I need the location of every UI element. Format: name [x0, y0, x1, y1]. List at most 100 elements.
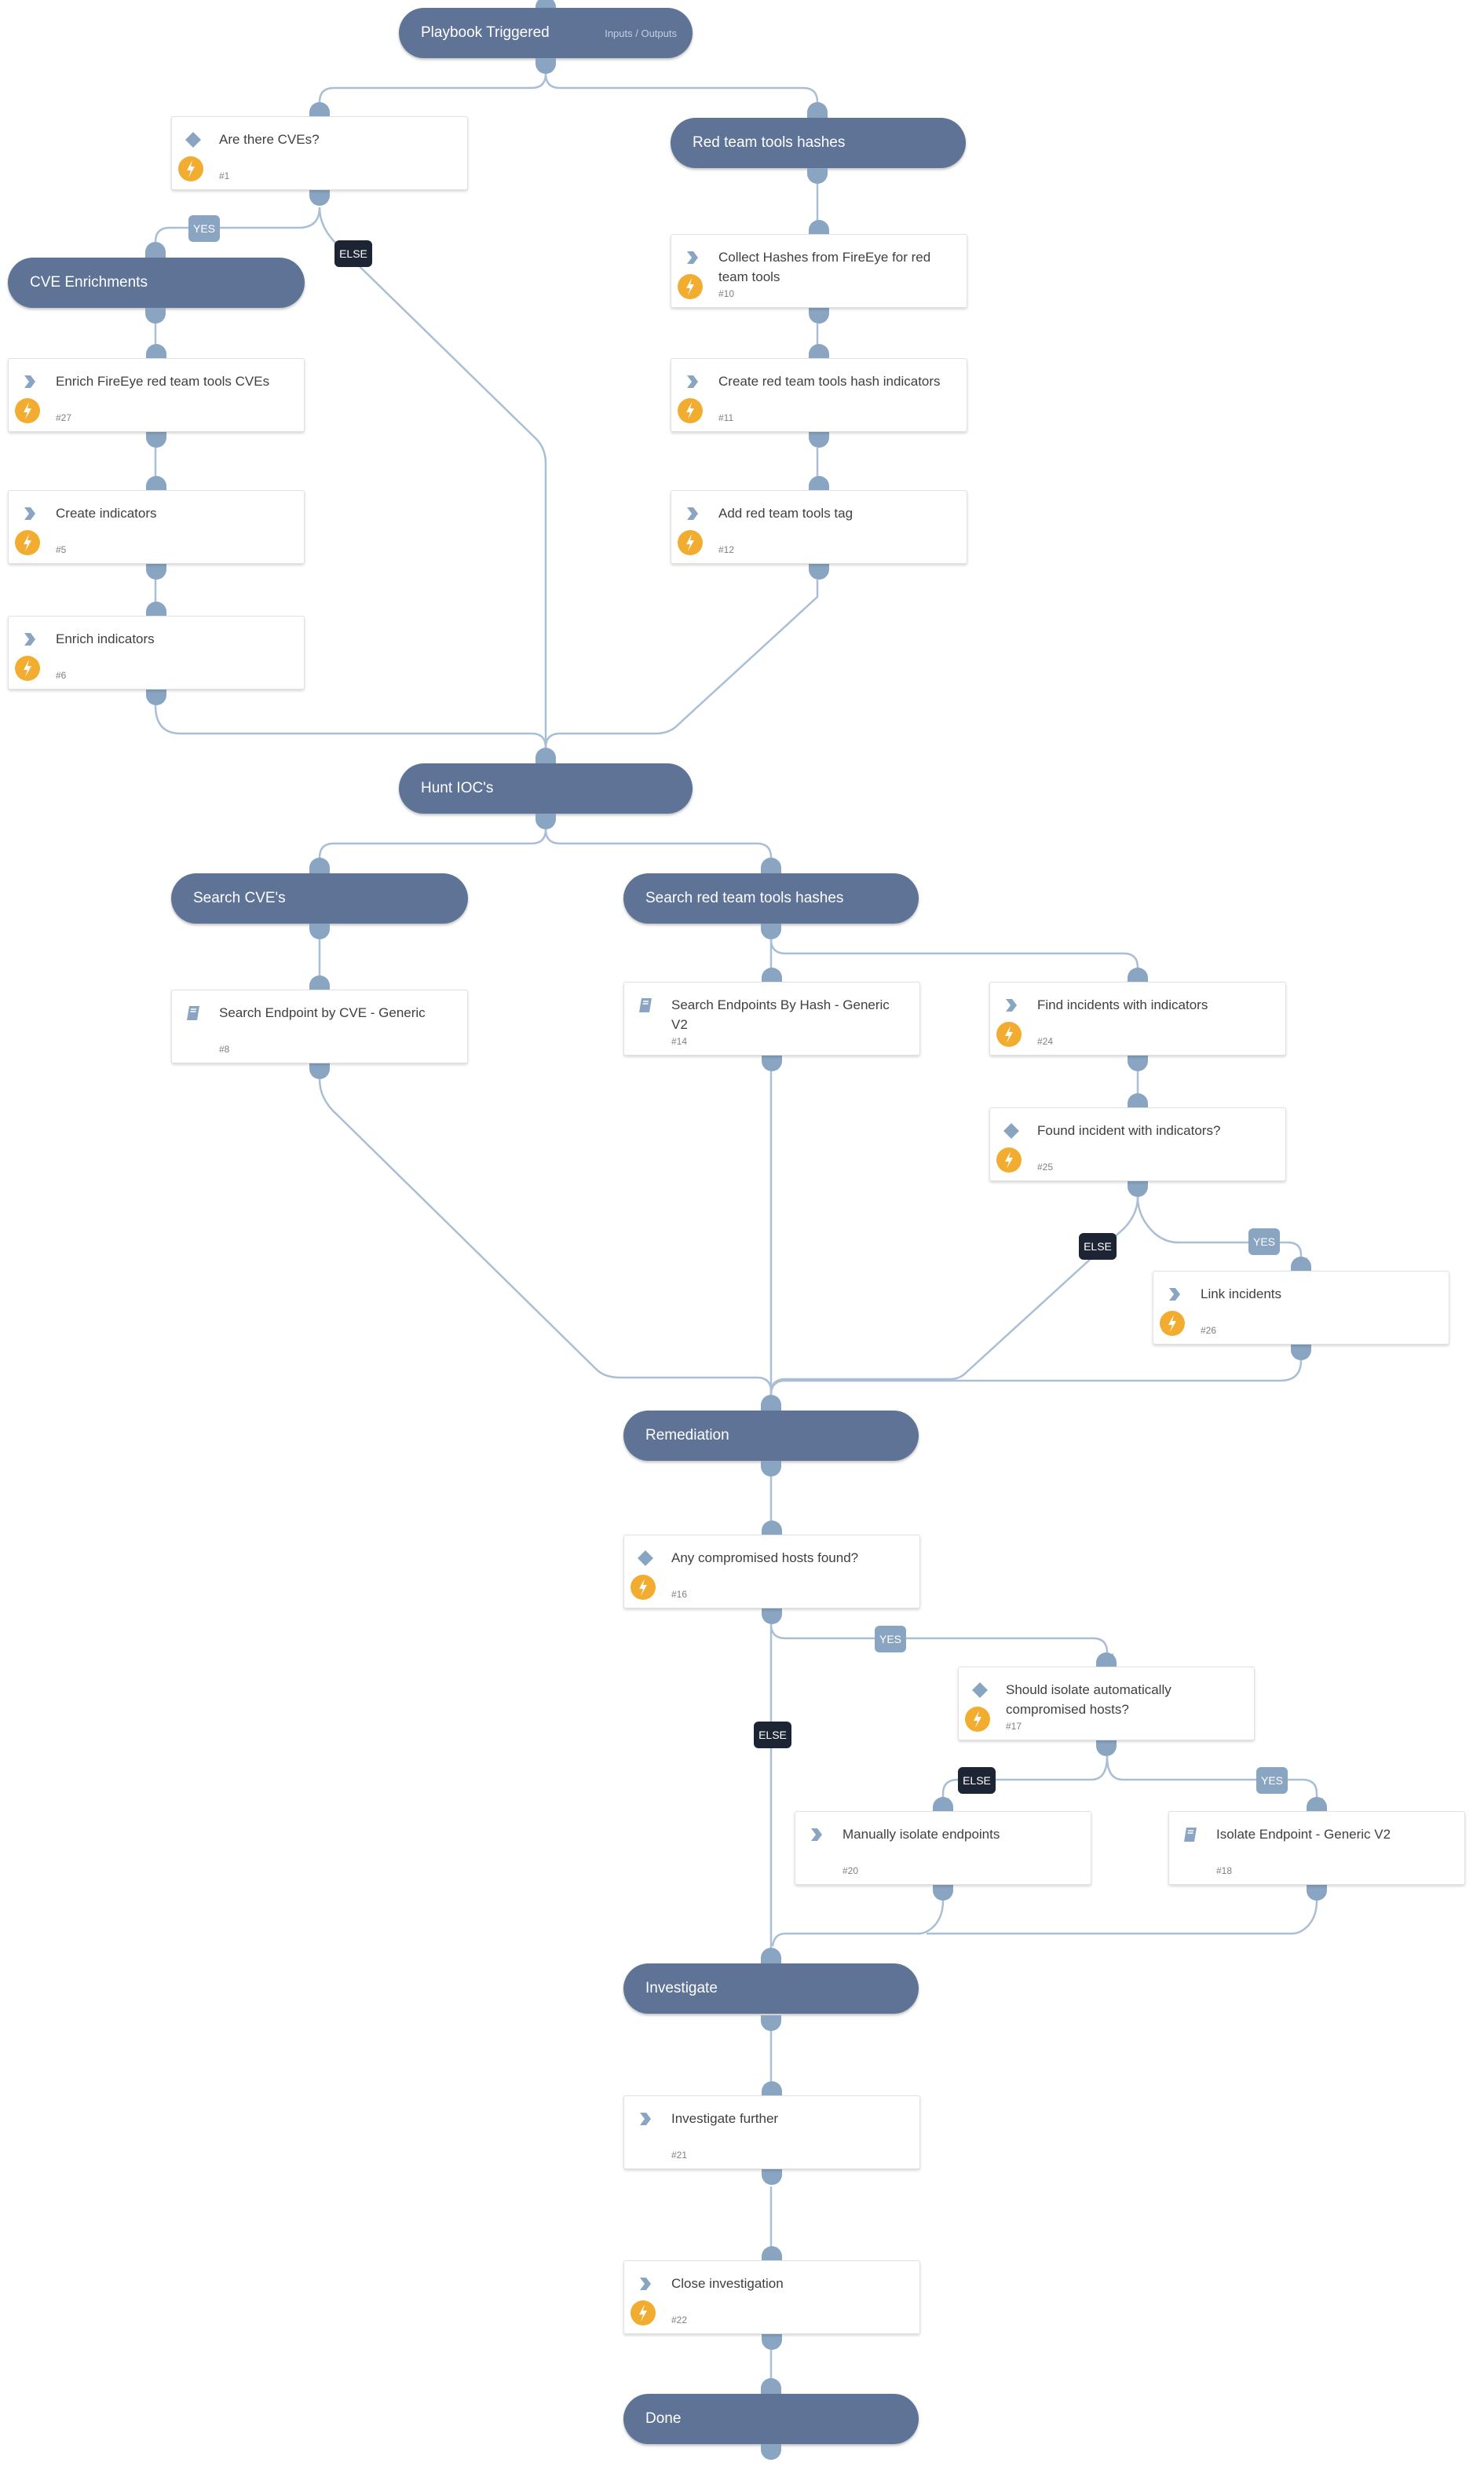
task-card-16[interactable]: Any compromised hosts found? #16	[623, 1535, 920, 1608]
diamond-icon	[1003, 1122, 1020, 1140]
book-icon	[637, 997, 654, 1014]
port-in[interactable]	[309, 975, 330, 991]
task-title: Create indicators	[56, 506, 157, 521]
section-search-cves[interactable]: Search CVE's	[171, 873, 468, 924]
task-id: #8	[219, 1044, 230, 1055]
task-title: Find incidents with indicators	[1037, 997, 1208, 1012]
automation-bolt-icon	[631, 1575, 656, 1600]
task-title: Link incidents	[1201, 1286, 1282, 1301]
section-title: Search CVE's	[193, 890, 286, 906]
chevron-icon	[684, 249, 701, 266]
section-investigate[interactable]: Investigate	[623, 1963, 919, 2014]
port-in[interactable]	[762, 2081, 782, 2097]
port-in[interactable]	[146, 476, 166, 492]
task-card-18[interactable]: Isolate Endpoint - Generic V2 #18	[1168, 1811, 1465, 1885]
diamond-icon	[971, 1681, 989, 1699]
task-card-11[interactable]: Create red team tools hash indicators #11	[671, 358, 967, 432]
port-in[interactable]	[809, 344, 829, 360]
port-in[interactable]	[1128, 968, 1148, 983]
port-in[interactable]	[1307, 1797, 1327, 1813]
task-id: #5	[56, 544, 67, 555]
section-cve-enrichments[interactable]: CVE Enrichments	[8, 258, 305, 308]
port-in[interactable]	[809, 476, 829, 492]
edge-label-yes[interactable]: YES	[1248, 1228, 1280, 1255]
edge-label-yes[interactable]: YES	[875, 1626, 906, 1652]
edge-t6-to-hunt	[154, 704, 552, 759]
task-title: Found incident with indicators?	[1037, 1123, 1221, 1138]
section-title: Remediation	[645, 1427, 729, 1444]
section-search-red-team-tools-hashes[interactable]: Search red team tools hashes	[623, 873, 919, 924]
task-card-27[interactable]: Enrich FireEye red team tools CVEs #27	[8, 358, 305, 432]
chevron-icon	[21, 505, 38, 522]
edge-label-else[interactable]: ELSE	[334, 240, 372, 267]
task-card-14[interactable]: Search Endpoints By Hash - Generic V2 #14	[623, 982, 920, 1056]
automation-bolt-icon	[965, 1707, 990, 1732]
port-in[interactable]	[1291, 1257, 1311, 1272]
playbook-triggered-node[interactable]: Playbook Triggered Inputs / Outputs	[399, 8, 693, 58]
section-red-team-tools-hashes[interactable]: Red team tools hashes	[671, 118, 966, 168]
automation-bolt-icon	[1160, 1311, 1185, 1336]
task-card-5[interactable]: Create indicators #5	[8, 490, 305, 564]
edge-t8-to-remediation	[318, 1078, 777, 1407]
edge-label-yes[interactable]: YES	[1256, 1767, 1288, 1794]
port-in[interactable]	[535, 748, 556, 763]
port-in[interactable]	[762, 1520, 782, 1536]
task-title: Investigate further	[671, 2111, 779, 2126]
port-in[interactable]	[807, 102, 828, 118]
port-in[interactable]	[762, 2246, 782, 2262]
automation-bolt-icon	[996, 1147, 1022, 1173]
section-title: Done	[645, 2410, 682, 2427]
task-card-10[interactable]: Collect Hashes from FireEye for red team…	[671, 234, 967, 308]
task-card-24[interactable]: Find incidents with indicators #24	[989, 982, 1286, 1056]
task-id: #11	[718, 412, 734, 423]
port-in[interactable]	[933, 1797, 953, 1813]
task-title: Search Endpoint by CVE - Generic	[219, 1005, 426, 1020]
task-id: #20	[843, 1865, 859, 1876]
task-id: #27	[56, 412, 72, 423]
task-card-20[interactable]: Manually isolate endpoints #20	[795, 1811, 1091, 1885]
edge-t1-yes	[154, 207, 321, 254]
chevron-icon	[808, 1826, 825, 1843]
task-title: Collect Hashes from FireEye for red team…	[718, 250, 931, 284]
port-in[interactable]	[761, 1948, 781, 1963]
task-card-25[interactable]: Found incident with indicators? #25	[989, 1107, 1286, 1181]
task-card-12[interactable]: Add red team tools tag #12	[671, 490, 967, 564]
task-id: #1	[219, 170, 230, 181]
edge-label-else[interactable]: ELSE	[754, 1722, 791, 1748]
port-in[interactable]	[762, 968, 782, 983]
port-in[interactable]	[145, 242, 166, 258]
task-card-6[interactable]: Enrich indicators #6	[8, 616, 305, 690]
port-in[interactable]	[309, 102, 330, 118]
port-in[interactable]	[1096, 1652, 1117, 1668]
edge-label-else[interactable]: ELSE	[958, 1767, 996, 1794]
section-remediation[interactable]: Remediation	[623, 1411, 919, 1461]
task-card-22[interactable]: Close investigation #22	[623, 2260, 920, 2334]
task-id: #26	[1201, 1325, 1217, 1336]
task-card-8[interactable]: Search Endpoint by CVE - Generic #8	[171, 990, 468, 1063]
port-in[interactable]	[761, 2378, 781, 2394]
edge-t18-to-investigate	[927, 1900, 1318, 1935]
automation-bolt-icon	[996, 1022, 1022, 1047]
section-done[interactable]: Done	[623, 2394, 919, 2444]
port-in[interactable]	[761, 858, 781, 873]
task-card-17[interactable]: Should isolate automatically compromised…	[958, 1667, 1255, 1740]
edge-label-yes[interactable]: YES	[188, 215, 220, 242]
task-id: #21	[671, 2150, 688, 2161]
edge-label-else[interactable]: ELSE	[1079, 1233, 1117, 1260]
automation-bolt-icon	[678, 274, 703, 299]
task-card-26[interactable]: Link incidents #26	[1153, 1271, 1449, 1345]
task-card-21[interactable]: Investigate further #21	[623, 2095, 920, 2169]
port-in[interactable]	[146, 602, 166, 617]
port-in[interactable]	[309, 858, 330, 873]
edge-hunt-to-searchhash	[544, 829, 777, 869]
section-hunt-iocs[interactable]: Hunt IOC's	[399, 763, 693, 814]
port-in[interactable]	[146, 344, 166, 360]
automation-bolt-icon	[178, 156, 203, 181]
chevron-icon	[21, 373, 38, 390]
port-in[interactable]	[761, 1395, 781, 1411]
port-in[interactable]	[809, 220, 829, 236]
task-card-1[interactable]: Are there CVEs? #1	[171, 116, 468, 190]
inputs-outputs-link[interactable]: Inputs / Outputs	[605, 27, 677, 39]
task-id: #10	[718, 288, 735, 299]
port-in[interactable]	[1128, 1093, 1148, 1109]
